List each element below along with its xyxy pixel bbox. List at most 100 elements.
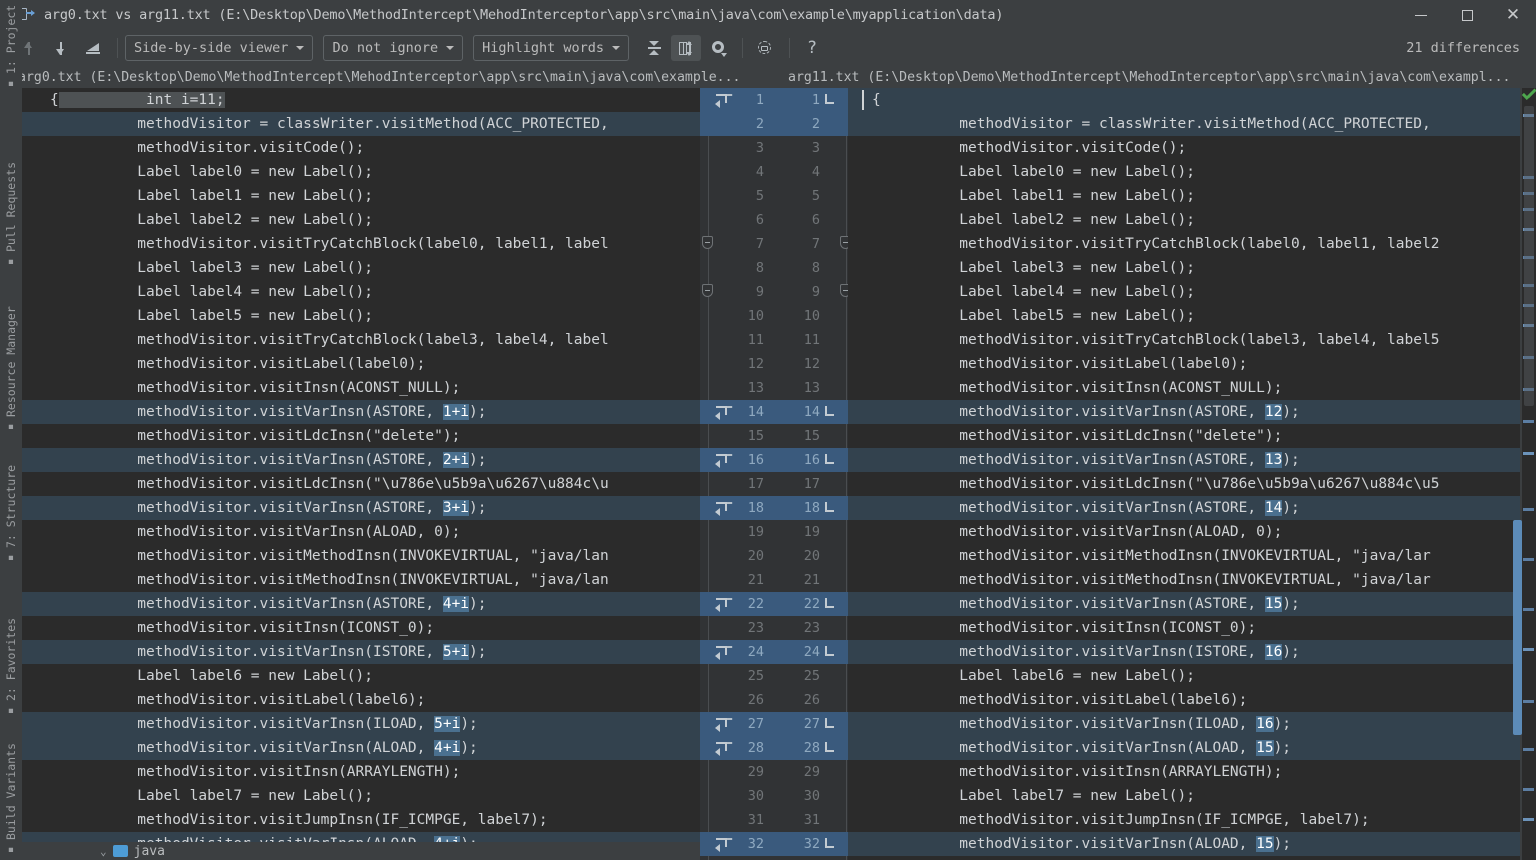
synchronize-scrolling-button[interactable] [671,35,702,61]
code-line[interactable]: methodVisitor.visitInsn(ARRAYLENGTH); [22,760,700,784]
code-line[interactable]: methodVisitor.visitCode(); [22,136,700,160]
gutter-row[interactable]: 29 29 [700,760,848,784]
apply-to-right-icon[interactable] [715,501,728,516]
code-line[interactable]: Label label5 = new Label(); [848,304,1520,328]
gutter-row[interactable]: 19 19 [700,520,848,544]
code-line[interactable]: Label label3 = new Label(); [848,256,1520,280]
code-line[interactable]: methodVisitor.visitLdcInsn("\u786e\u5b9a… [848,472,1520,496]
code-line[interactable]: Label label4 = new Label(); [848,280,1520,304]
code-line[interactable]: methodVisitor.visitMethodInsn(INVOKEVIRT… [22,544,700,568]
code-line[interactable]: methodVisitor.visitLdcInsn("\u786e\u5b9a… [22,472,700,496]
fold-marker-icon[interactable] [702,284,713,297]
tool-window-build-variants[interactable]: ▪ Build Variants [0,743,22,857]
code-line[interactable]: { int i=11; [22,88,700,112]
tool-window-resource-manager[interactable]: ▪ Resource Manager [0,300,22,440]
minimize-icon[interactable] [1398,0,1444,30]
code-line[interactable]: methodVisitor.visitLdcInsn("delete"); [848,424,1520,448]
code-line[interactable]: Label label0 = new Label(); [22,160,700,184]
gutter-row[interactable]: 66 [700,208,848,232]
code-line[interactable]: methodVisitor.visitVarInsn(ALOAD, 0); [22,520,700,544]
code-line[interactable]: Label label6 = new Label(); [848,664,1520,688]
gutter-row[interactable]: 33 [700,136,848,160]
gutter-row[interactable]: 10 10 [700,304,848,328]
code-line[interactable]: Label label2 = new Label(); [848,208,1520,232]
settings-button[interactable] [703,35,733,61]
gutter-row[interactable]: 11 [700,88,848,112]
code-line[interactable]: methodVisitor.visitVarInsn(ASTORE, 1+i); [22,400,700,424]
gutter-row[interactable]: 30 30 [700,784,848,808]
apply-to-left-icon[interactable] [824,645,836,658]
apply-to-right-icon[interactable] [715,453,728,468]
code-line[interactable]: methodVisitor.visitVarInsn(ASTORE, 4+i); [22,592,700,616]
code-line[interactable]: methodVisitor.visitVarInsn(ALOAD, 15); [848,832,1520,856]
code-line[interactable]: methodVisitor.visitInsn(ICONST_0); [848,616,1520,640]
code-line[interactable]: methodVisitor.visitVarInsn(ASTORE, 3+i); [22,496,700,520]
code-line[interactable]: methodVisitor.visitLabel(label6); [848,688,1520,712]
gutter-row[interactable]: 16 16 [700,448,848,472]
gutter-row[interactable]: 77 [700,232,848,256]
diff-marker[interactable] [1523,558,1534,561]
code-line[interactable]: Label label4 = new Label(); [22,280,700,304]
maximize-icon[interactable] [1444,0,1490,30]
gutter-row[interactable]: 88 [700,256,848,280]
code-line[interactable]: methodVisitor.visitTryCatchBlock(label3,… [848,328,1520,352]
apply-to-right-icon[interactable] [715,93,728,108]
code-line[interactable]: Label label7 = new Label(); [848,784,1520,808]
apply-to-left-icon[interactable] [824,453,836,466]
apply-to-right-icon[interactable] [715,741,728,756]
diff-marker[interactable] [1523,788,1534,791]
code-line[interactable]: methodVisitor.visitInsn(ACONST_NULL); [848,376,1520,400]
code-line[interactable]: methodVisitor.visitVarInsn(ASTORE, 14); [848,496,1520,520]
code-line[interactable]: methodVisitor.visitLdcInsn("delete"); [22,424,700,448]
code-line[interactable]: Label label2 = new Label(); [22,208,700,232]
code-line[interactable]: methodVisitor.visitVarInsn(ASTORE, 12); [848,400,1520,424]
compare-contents-button[interactable] [750,35,780,61]
code-line[interactable]: methodVisitor.visitMethodInsn(INVOKEVIRT… [848,568,1520,592]
code-line[interactable]: methodVisitor.visitLabel(label0); [848,352,1520,376]
gutter-row[interactable]: 32 32 [700,832,848,856]
code-line[interactable]: Label label1 = new Label(); [22,184,700,208]
code-line[interactable]: Label label0 = new Label(); [848,160,1520,184]
gutter-row[interactable]: 55 [700,184,848,208]
right-diff-pane[interactable]: { methodVisitor = classWriter.visitMetho… [848,88,1520,860]
gutter-row[interactable]: 31 31 [700,808,848,832]
diff-gutter[interactable]: 1 1 2 2 3 3 4 4 5 5 6 6 7 7 8 8 9 9 10 10 11 11 12 12 13 13 14 14 15… [700,88,851,860]
highlight-mode-dropdown[interactable]: Highlight words [473,35,630,61]
apply-to-right-icon[interactable] [715,837,728,852]
code-line[interactable]: methodVisitor.visitInsn(ICONST_0); [22,616,700,640]
help-button[interactable]: ? [797,35,827,61]
code-line[interactable]: methodVisitor.visitVarInsn(ASTORE, 15); [848,592,1520,616]
code-line[interactable]: methodVisitor.visitVarInsn(ALOAD, 4+i); [22,736,700,760]
code-line[interactable]: methodVisitor.visitVarInsn(ISTORE, 16); [848,640,1520,664]
code-line[interactable]: methodVisitor.visitInsn(ARRAYLENGTH); [848,760,1520,784]
code-line[interactable]: Label label3 = new Label(); [22,256,700,280]
code-line[interactable]: methodVisitor.visitVarInsn(ASTORE, 2+i); [22,448,700,472]
apply-to-right-icon[interactable] [715,597,728,612]
diff-marker[interactable] [1523,818,1534,821]
close-icon[interactable]: ✕ [1490,0,1536,30]
gutter-row[interactable]: 25 25 [700,664,848,688]
apply-to-left-icon[interactable] [824,717,836,730]
apply-to-left-icon[interactable] [824,837,836,850]
tool-window-structure[interactable]: ▪ 7: Structure [0,455,22,575]
next-difference-button[interactable] [46,35,76,61]
gutter-row[interactable]: 44 [700,160,848,184]
code-line[interactable]: methodVisitor.visitTryCatchBlock(label0,… [22,232,700,256]
gutter-row[interactable]: 21 21 [700,568,848,592]
code-line[interactable]: methodVisitor.visitLabel(label0); [22,352,700,376]
code-line[interactable]: methodVisitor.visitVarInsn(ASTORE, 13); [848,448,1520,472]
code-line[interactable]: methodVisitor.visitLabel(label6); [22,688,700,712]
gutter-row[interactable]: 26 26 [700,688,848,712]
code-line[interactable]: methodVisitor.visitVarInsn(ALOAD, 15); [848,736,1520,760]
apply-to-right-icon[interactable] [715,405,728,420]
code-line[interactable]: Label label7 = new Label(); [22,784,700,808]
tool-window-project[interactable]: ▪ 1: Project [0,2,22,94]
gutter-row[interactable]: 12 12 [700,352,848,376]
gutter-row[interactable]: 28 28 [700,736,848,760]
gutter-row[interactable]: 14 14 [700,400,848,424]
right-inspection-ok-icon[interactable] [1522,91,1536,104]
right-pane-scroll-thumb[interactable] [1513,520,1522,735]
code-line[interactable]: methodVisitor.visitVarInsn(ILOAD, 5+i); [22,712,700,736]
diff-marker[interactable] [1523,508,1534,511]
right-marker-strip[interactable] [1522,88,1536,860]
